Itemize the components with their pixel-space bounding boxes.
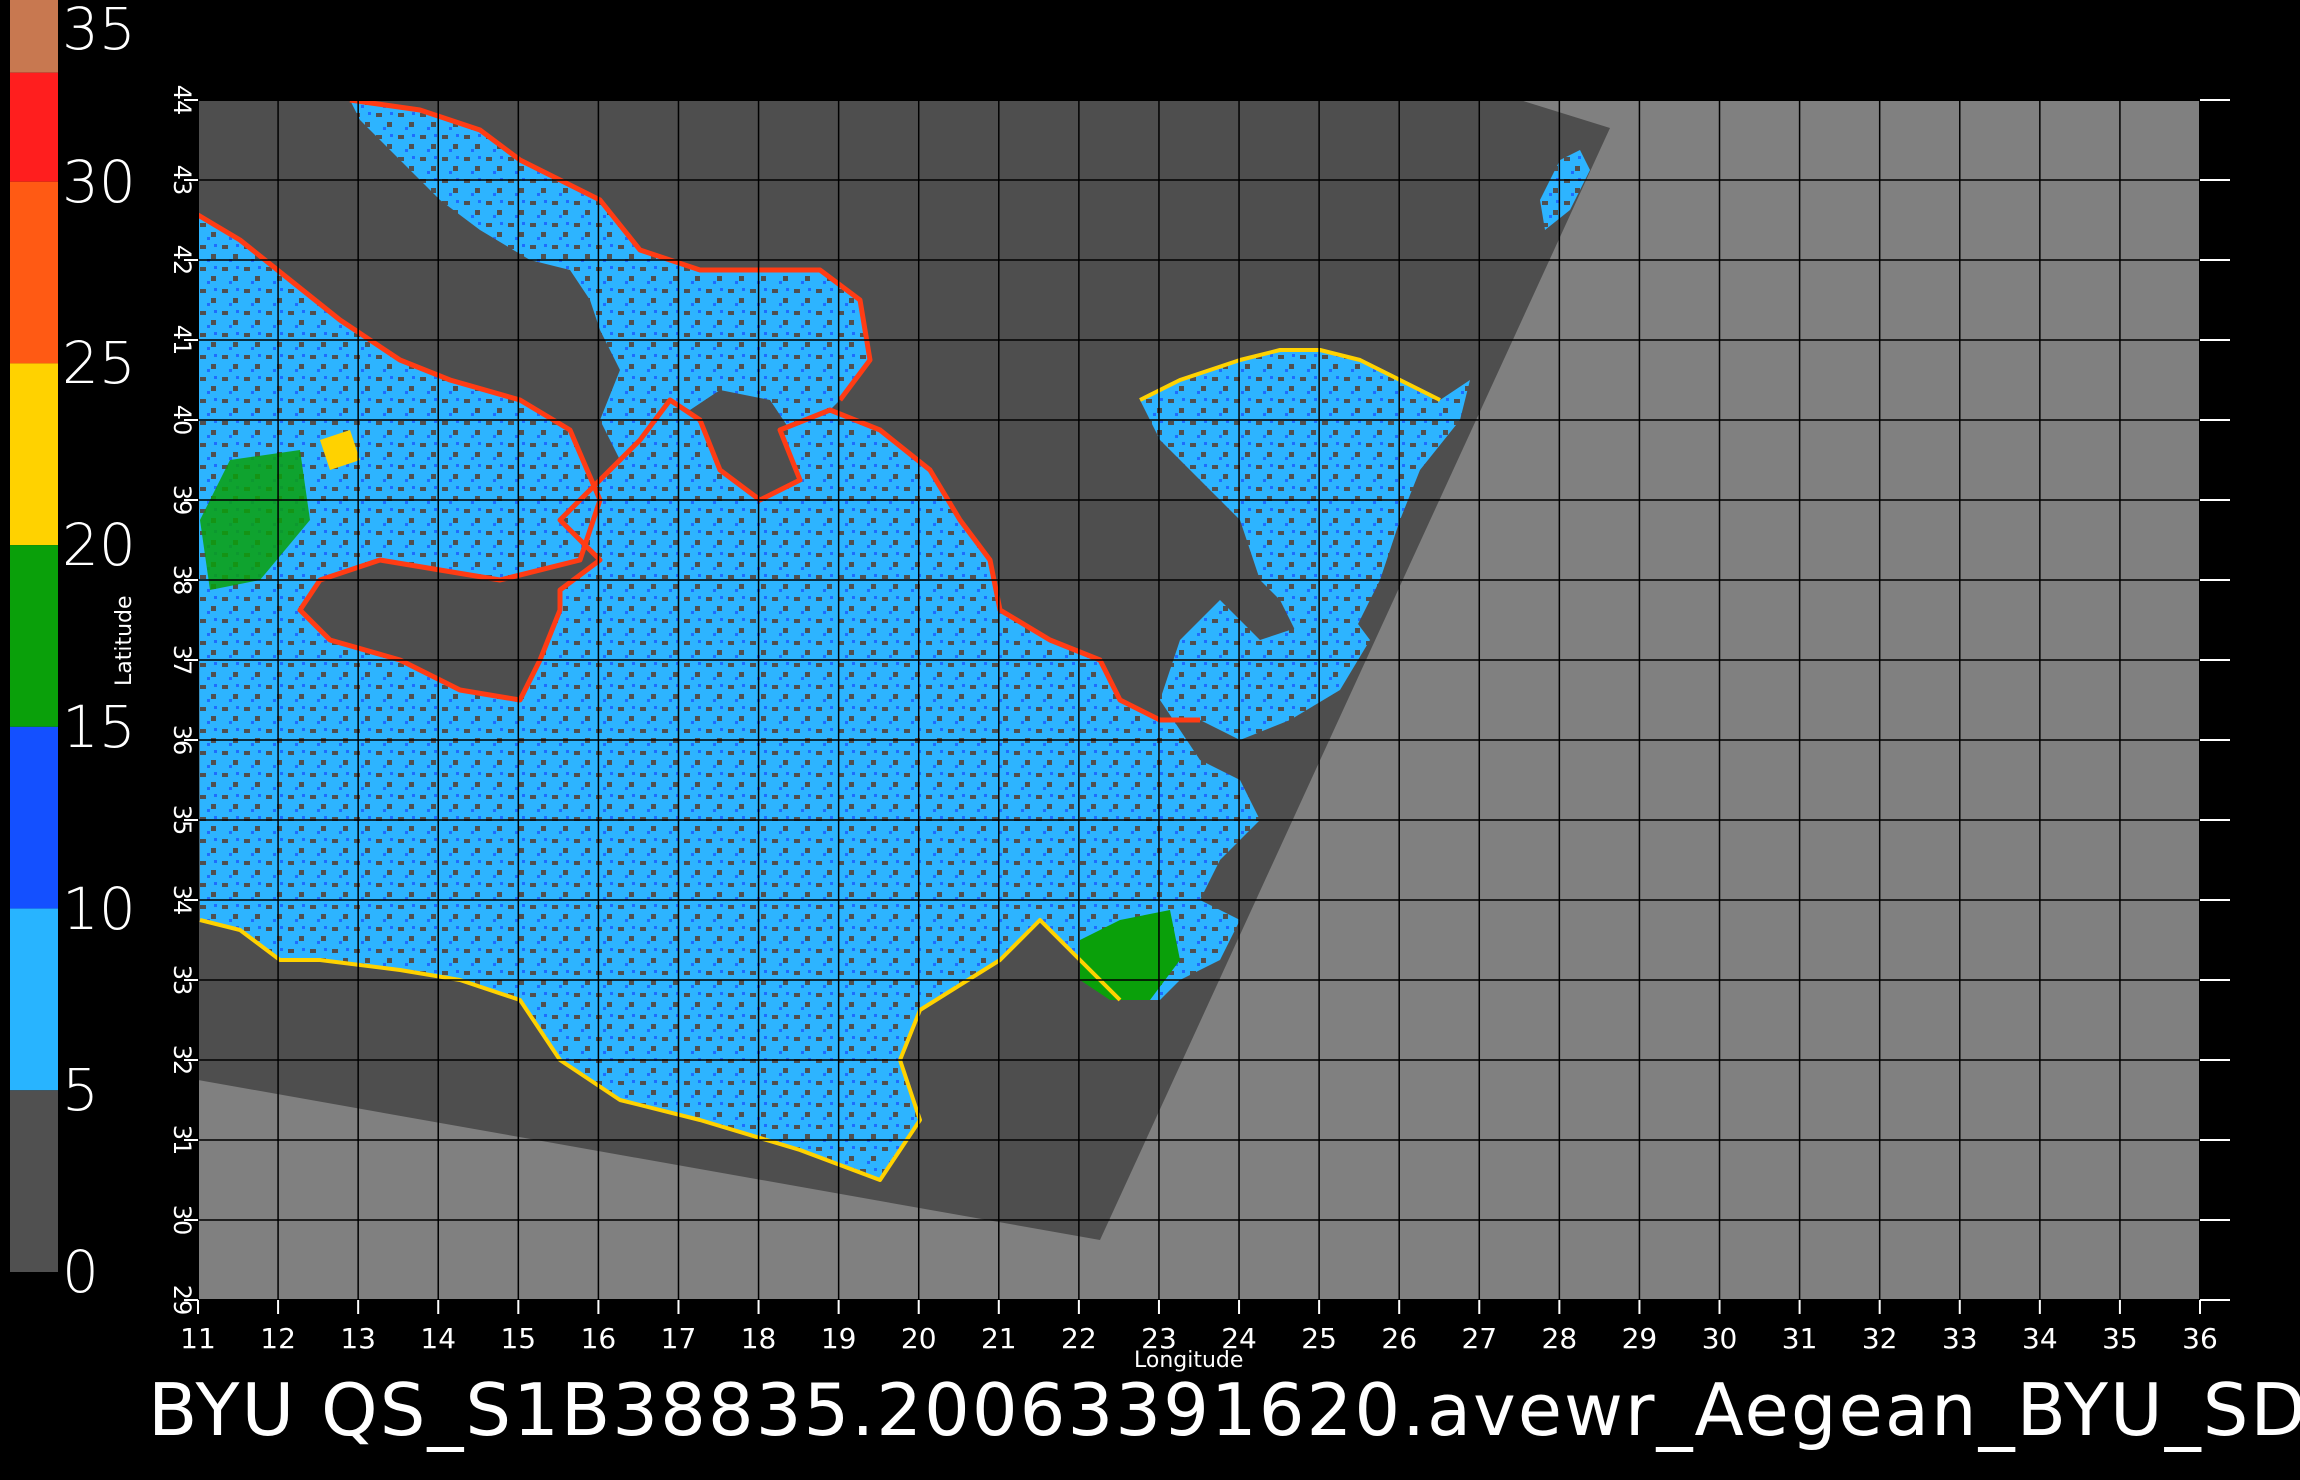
colorbar-label: 20 [62, 511, 136, 580]
x-tick-label: 18 [741, 1322, 777, 1355]
colorbar-label: 0 [62, 1238, 99, 1306]
x-tick-label: 17 [661, 1322, 697, 1355]
x-tick-label: 34 [2022, 1322, 2058, 1355]
x-tick-label: 27 [1461, 1322, 1497, 1355]
x-tick-label: 33 [1942, 1322, 1978, 1355]
x-tick-label: 12 [260, 1322, 296, 1355]
colorbar-segment [10, 181, 58, 364]
x-tick-label: 35 [2102, 1322, 2138, 1355]
colorbar [10, 0, 58, 1272]
y-tick-label: 39 [168, 485, 196, 516]
colorbar-segment [10, 1090, 58, 1272]
y-tick-label: 42 [168, 245, 196, 276]
x-tick-label: 28 [1542, 1322, 1578, 1355]
colorbar-segment [10, 0, 58, 73]
x-tick-label: 29 [1622, 1322, 1658, 1355]
y-tick-label: 44 [168, 85, 196, 116]
colorbar-label: 10 [62, 874, 136, 943]
x-tick-label: 14 [420, 1322, 456, 1355]
x-tick-label: 20 [901, 1322, 937, 1355]
image-caption: BYU QS_S1B38835.20063391620.avewr_Aegean… [148, 1368, 2300, 1452]
y-tick-label: 43 [168, 165, 196, 196]
y-tick-label: 38 [168, 565, 196, 596]
colorbar-segment [10, 726, 58, 909]
y-tick-label: 37 [168, 645, 196, 676]
x-tick-label: 11 [180, 1322, 216, 1355]
colorbar-segment [10, 908, 58, 1091]
x-tick-label: 32 [1862, 1322, 1898, 1355]
y-tick-label: 36 [168, 725, 196, 756]
y-tick-label: 40 [168, 405, 196, 436]
x-tick-label: 30 [1702, 1322, 1738, 1355]
colorbar-label: 15 [62, 692, 136, 761]
x-tick-label: 36 [2182, 1322, 2218, 1355]
colorbar-label: 25 [62, 329, 136, 398]
x-tick-label: 13 [340, 1322, 376, 1355]
y-tick-label: 35 [168, 805, 196, 836]
x-tick-label: 15 [500, 1322, 536, 1355]
colorbar-segment [10, 72, 58, 182]
x-tick-label: 19 [821, 1322, 857, 1355]
x-tick-label: 22 [1061, 1322, 1097, 1355]
y-tick-label: 29 [168, 1285, 196, 1316]
y-tick-label: 31 [168, 1125, 196, 1156]
colorbar-segment [10, 363, 58, 546]
x-tick-label: 26 [1381, 1322, 1417, 1355]
colorbar-label: 30 [62, 147, 136, 216]
x-tick-label: 16 [581, 1322, 617, 1355]
y-tick-label: 41 [168, 325, 196, 356]
x-tick-label: 25 [1301, 1322, 1337, 1355]
x-tick-label: 21 [981, 1322, 1017, 1355]
y-tick-label: 30 [168, 1205, 196, 1236]
y-axis-title: Latitude [112, 595, 137, 686]
wind-map: 11 12 13 14 15 16 17 18 19 20 21 22 23 24 25 26 27 28 29 30… [168, 85, 2230, 1355]
y-tick-label: 33 [168, 965, 196, 996]
y-tick-label: 34 [168, 885, 196, 916]
colorbar-segment [10, 545, 58, 727]
y-tick-label: 32 [168, 1045, 196, 1076]
x-tick-label: 31 [1782, 1322, 1818, 1355]
colorbar-label: 35 [62, 0, 136, 63]
longitude-ticks: 11 12 13 14 15 16 17 18 19 20 21 22 23 24 25 26 27 28 29 30… [180, 1300, 2218, 1355]
colorbar-label: 5 [62, 1056, 99, 1125]
